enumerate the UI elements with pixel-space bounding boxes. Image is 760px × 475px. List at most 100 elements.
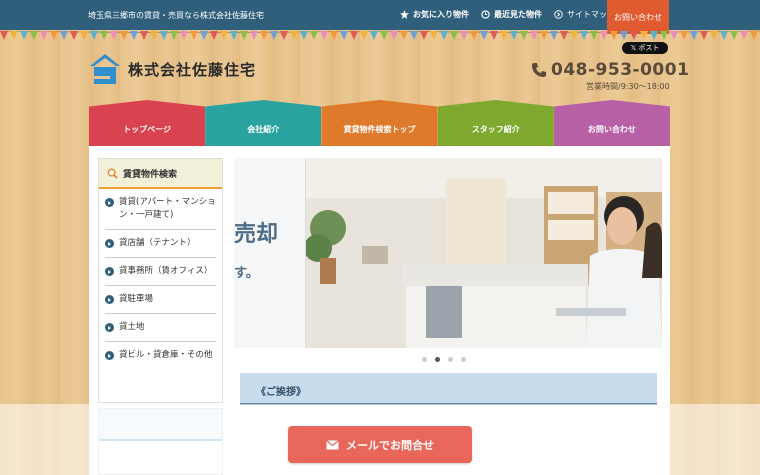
sidebar-item-label: 貸店舗（テナント） — [119, 238, 196, 248]
bunting-flag — [50, 31, 58, 40]
bunting-flag — [400, 31, 408, 40]
bunting-flag — [530, 31, 538, 40]
bunting-flag — [620, 31, 628, 40]
nav-rental-search[interactable]: 賃貸物件検索トップ — [321, 100, 438, 146]
bunting-flag — [310, 31, 318, 40]
arrow-circle-icon — [554, 10, 563, 19]
bunting-flag — [720, 31, 728, 40]
bunting-flag — [390, 31, 398, 40]
bunting-flag — [470, 31, 478, 40]
favorites-link[interactable]: お気に入り物件 — [400, 9, 469, 20]
bunting-flag — [570, 31, 578, 40]
slider-dot[interactable] — [461, 357, 466, 362]
sidebar-item-label: 貸駐車場 — [119, 294, 154, 304]
bunting-flag — [500, 31, 508, 40]
bunting-flag — [140, 31, 148, 40]
slider-dots — [422, 357, 466, 362]
arrow-bullet-icon — [105, 267, 114, 276]
favorites-label: お気に入り物件 — [413, 10, 469, 19]
bunting-flag — [320, 31, 328, 40]
nav-contact-label: お問い合わせ — [587, 124, 636, 134]
nav-rental-search-label: 賃貸物件検索トップ — [343, 124, 416, 134]
utility-links: お気に入り物件 最近見た物件 サイトマップ — [400, 9, 615, 20]
arrow-bullet-icon — [105, 351, 114, 360]
logo[interactable]: 株式会社佐藤住宅 — [88, 52, 256, 86]
bunting-flag — [240, 31, 248, 40]
bunting-flag — [290, 31, 298, 40]
sidebar-item-label: 賃貸(アパート・マンション・一戸建て) — [119, 197, 216, 220]
bunting-flag — [480, 31, 488, 40]
sidebar-item-label: 貸土地 — [119, 322, 145, 332]
header-contact-tab[interactable]: お問い合わせ — [607, 0, 669, 34]
bunting-flag — [700, 31, 708, 40]
bunting-flag — [440, 31, 448, 40]
bunting-flag — [510, 31, 518, 40]
bunting-flag — [110, 31, 118, 40]
nav-staff[interactable]: スタッフ紹介 — [437, 100, 554, 146]
bunting-flag — [640, 31, 648, 40]
nav-contact[interactable]: お問い合わせ — [553, 100, 671, 146]
company-name: 株式会社佐藤住宅 — [128, 60, 257, 79]
bunting-flag — [100, 31, 108, 40]
bunting-flag — [610, 31, 618, 40]
bunting-flag — [360, 31, 368, 40]
sidebar-item-label: 貸事務所（賃オフィス） — [119, 266, 213, 276]
bunting-flag — [740, 31, 748, 40]
rental-search-sidebar: 賃貸物件検索 賃貸(アパート・マンション・一戸建て) 貸店舗（テナント） 貸事務… — [98, 158, 223, 403]
nav-top[interactable]: トップページ — [89, 100, 206, 146]
arrow-bullet-icon — [105, 295, 114, 304]
bunting-flag — [690, 31, 698, 40]
bunting-flag — [170, 31, 178, 40]
bunting-flag — [450, 31, 458, 40]
bunting-flag — [220, 31, 228, 40]
sidebar-item-apartment[interactable]: 賃貸(アパート・マンション・一戸建て) — [105, 189, 216, 230]
bunting-flag — [300, 31, 308, 40]
history-icon — [481, 10, 490, 19]
phone-block[interactable]: 048-953-0001 — [531, 60, 689, 80]
mail-contact-button[interactable]: メールでお問合せ — [288, 426, 472, 463]
sidebar-item-parking[interactable]: 貸駐車場 — [105, 286, 216, 314]
sidebar-item-other[interactable]: 貸ビル・貸倉庫・その他 — [105, 342, 216, 369]
top-bar: 埼玉県三郷市の賃貸・売買なら株式会社佐藤住宅 お気に入り物件 最近見た物件 サイ… — [0, 0, 760, 34]
bunting-flag — [280, 31, 288, 40]
sitemap-link[interactable]: サイトマップ — [554, 9, 615, 20]
hero-slider[interactable]: 売却 す。 — [234, 158, 662, 348]
house-logo-icon — [90, 54, 120, 84]
sidebar-heading: 賃貸物件検索 — [99, 159, 222, 189]
x-post-button[interactable]: 𝕏 ポスト — [622, 42, 668, 54]
nav-top-label: トップページ — [123, 124, 172, 134]
bunting-flag — [550, 31, 558, 40]
slider-dot[interactable] — [448, 357, 453, 362]
bunting-flag — [160, 31, 168, 40]
sidebar-item-shop[interactable]: 貸店舗（テナント） — [105, 230, 216, 258]
x-post-label: ポスト — [638, 44, 660, 52]
bunting-flag — [90, 31, 98, 40]
bunting-flag — [520, 31, 528, 40]
sidebar-item-label: 貸ビル・貸倉庫・その他 — [119, 350, 213, 360]
bunting-flag — [580, 31, 588, 40]
mail-icon — [326, 439, 339, 449]
bunting-flag — [30, 31, 38, 40]
phone-number: 048-953-0001 — [551, 60, 690, 80]
bunting-flag — [650, 31, 658, 40]
sidebar-item-land[interactable]: 貸土地 — [105, 314, 216, 342]
hero-photo — [306, 158, 662, 348]
recent-link[interactable]: 最近見た物件 — [481, 9, 542, 20]
slider-dot-active[interactable] — [435, 357, 440, 362]
bunting-flag — [710, 31, 718, 40]
slide-headline: 売却 — [234, 222, 279, 247]
arrow-bullet-icon — [105, 239, 114, 248]
nav-company[interactable]: 会社紹介 — [205, 100, 322, 146]
bunting-flag — [410, 31, 418, 40]
nav-company-label: 会社紹介 — [247, 124, 280, 134]
bunting-flag — [70, 31, 78, 40]
slider-dot[interactable] — [422, 357, 427, 362]
bunting-flag — [130, 31, 138, 40]
bunting-flag — [250, 31, 258, 40]
bunting-flag — [630, 31, 638, 40]
bunting-flag — [200, 31, 208, 40]
bunting-flag — [600, 31, 608, 40]
bunting-flag — [370, 31, 378, 40]
arrow-bullet-icon — [105, 198, 114, 207]
sidebar-item-office[interactable]: 貸事務所（賃オフィス） — [105, 258, 216, 286]
